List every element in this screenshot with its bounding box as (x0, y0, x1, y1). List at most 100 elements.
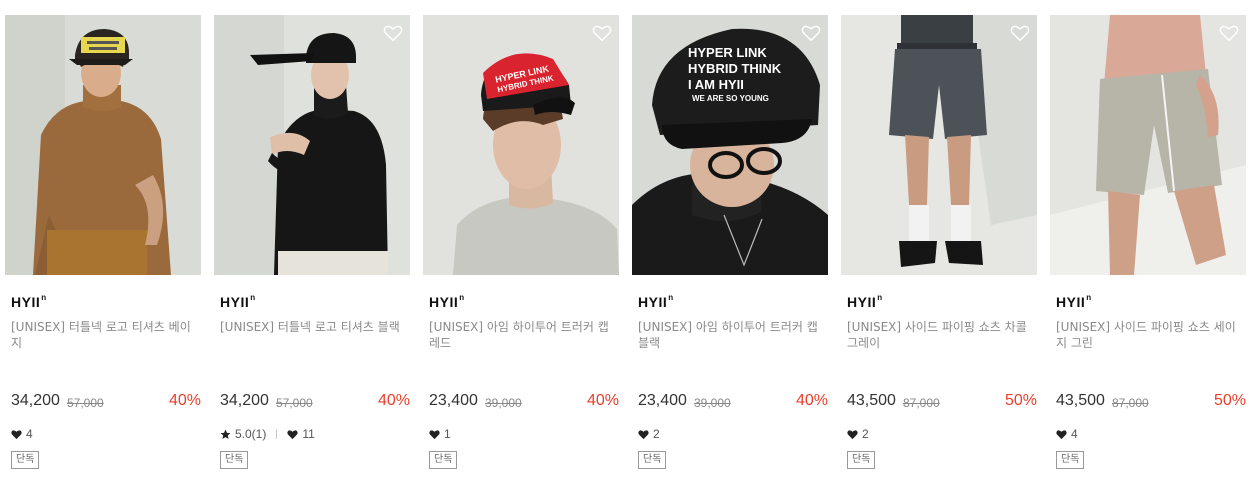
discount-rate: 50% (1004, 392, 1037, 409)
product-name[interactable]: [UNISEX] 터틀넥 로고 티셔츠 블랙 (220, 319, 406, 335)
heart-filled-icon (287, 429, 298, 440)
original-price: 87,000 (1112, 396, 1149, 410)
brand-text: HYII (847, 294, 877, 310)
wishlist-heart-icon[interactable] (591, 22, 613, 44)
brand-text: HYII (1056, 294, 1086, 310)
exclusive-badge: 단독 (429, 451, 458, 469)
rating-value: 5.0(1) (235, 427, 267, 441)
like-count: 1 (444, 427, 451, 441)
brand-superscript: n (1086, 293, 1092, 303)
wishlist-heart-icon[interactable] (800, 22, 822, 44)
discount-rate: 40% (377, 392, 410, 409)
original-price: 39,000 (694, 396, 731, 410)
photo-model-beige-turtleneck (5, 15, 201, 275)
price-row: 34,200 57,000 40% (11, 392, 201, 412)
brand-text: HYII (638, 294, 668, 310)
product-card[interactable]: HYIIn [UNISEX] 터틀넥 로고 티셔츠 베이지 34,200 57,… (5, 0, 203, 500)
star-icon (220, 429, 231, 440)
like-count: 11 (302, 427, 315, 441)
discount-rate: 40% (168, 392, 201, 409)
photo-model-black-trucker-cap: HYPER LINK HYBRID THINK I AM HYII WE ARE… (632, 15, 828, 275)
wishlist-heart-icon[interactable] (1009, 22, 1031, 44)
product-name[interactable]: [UNISEX] 사이드 파이핑 쇼츠 세이지 그린 (1056, 319, 1242, 351)
product-name[interactable]: [UNISEX] 터틀넥 로고 티셔츠 베이지 (11, 319, 197, 351)
photo-model-sage-shorts (1050, 15, 1246, 275)
original-price: 57,000 (276, 396, 313, 410)
heart-filled-icon (429, 429, 440, 440)
cap-print-line-3: I AM HYII (688, 77, 744, 92)
sale-price: 34,200 (11, 392, 60, 409)
brand-name[interactable]: HYIIn (847, 293, 883, 310)
brand-text: HYII (11, 294, 41, 310)
heart-filled-icon (638, 429, 649, 440)
discount-rate: 40% (795, 392, 828, 409)
product-card[interactable]: HYPER LINK HYBRID THINK I AM HYII WE ARE… (632, 0, 830, 500)
product-image[interactable]: HYPER LINK HYBRID THINK I AM HYII WE ARE… (632, 15, 828, 275)
sale-price: 34,200 (220, 392, 269, 409)
sale-price: 23,400 (638, 392, 687, 409)
wishlist-heart-icon[interactable] (1218, 22, 1240, 44)
discount-rate: 40% (586, 392, 619, 409)
brand-text: HYII (220, 294, 250, 310)
brand-superscript: n (250, 293, 256, 303)
price-row: 23,400 39,000 40% (638, 392, 828, 412)
cap-print-line-2: HYBRID THINK (688, 61, 782, 76)
exclusive-badge: 단독 (1056, 451, 1085, 469)
product-meta: 4 (11, 427, 33, 441)
brand-name[interactable]: HYIIn (429, 293, 465, 310)
product-image[interactable] (214, 15, 410, 275)
product-card[interactable]: HYIIn [UNISEX] 터틀넥 로고 티셔츠 블랙 34,200 57,0… (214, 0, 412, 500)
product-name[interactable]: [UNISEX] 사이드 파이핑 쇼츠 차콜 그레이 (847, 319, 1033, 351)
heart-filled-icon (1056, 429, 1067, 440)
like-count: 4 (26, 427, 33, 441)
product-image[interactable] (841, 15, 1037, 275)
exclusive-badge: 단독 (11, 451, 40, 469)
brand-superscript: n (41, 293, 47, 303)
brand-superscript: n (877, 293, 883, 303)
product-name[interactable]: [UNISEX] 아임 하이투어 트러커 캡 레드 (429, 319, 615, 351)
product-meta: 1 (429, 427, 451, 441)
photo-model-black-turtleneck (214, 15, 410, 275)
cap-print-line-1: HYPER LINK (688, 45, 767, 60)
brand-superscript: n (668, 293, 674, 303)
product-meta: 5.0(1) 11 (220, 427, 315, 441)
photo-model-charcoal-shorts (841, 15, 1037, 275)
brand-name[interactable]: HYIIn (638, 293, 674, 310)
product-image[interactable] (5, 15, 201, 275)
original-price: 57,000 (67, 396, 104, 410)
product-meta: 4 (1056, 427, 1078, 441)
heart-filled-icon (11, 429, 22, 440)
product-card[interactable]: HYIIn [UNISEX] 사이드 파이핑 쇼츠 차콜 그레이 43,500 … (841, 0, 1039, 500)
price-row: 34,200 57,000 40% (220, 392, 410, 412)
brand-name[interactable]: HYIIn (220, 293, 256, 310)
exclusive-badge: 단독 (847, 451, 876, 469)
exclusive-badge: 단독 (638, 451, 667, 469)
discount-rate: 50% (1213, 392, 1246, 409)
price-row: 23,400 39,000 40% (429, 392, 619, 412)
cap-print-line-4: WE ARE SO YOUNG (692, 94, 769, 103)
heart-filled-icon (847, 429, 858, 440)
meta-divider (276, 429, 278, 439)
sale-price: 43,500 (1056, 392, 1105, 409)
brand-text: HYII (429, 294, 459, 310)
product-meta: 2 (638, 427, 660, 441)
original-price: 39,000 (485, 396, 522, 410)
brand-name[interactable]: HYIIn (11, 293, 47, 310)
sale-price: 23,400 (429, 392, 478, 409)
product-meta: 2 (847, 427, 869, 441)
product-image[interactable] (1050, 15, 1246, 275)
product-name[interactable]: [UNISEX] 아임 하이투어 트러커 캡 블랙 (638, 319, 824, 351)
product-image[interactable]: HYPER LINK HYBRID THINK (423, 15, 619, 275)
brand-name[interactable]: HYIIn (1056, 293, 1092, 310)
like-count: 2 (862, 427, 869, 441)
price-row: 43,500 87,000 50% (847, 392, 1037, 412)
wishlist-heart-icon[interactable] (382, 22, 404, 44)
exclusive-badge: 단독 (220, 451, 249, 469)
like-count: 4 (1071, 427, 1078, 441)
like-count: 2 (653, 427, 660, 441)
price-row: 43,500 87,000 50% (1056, 392, 1246, 412)
photo-model-red-trucker-cap: HYPER LINK HYBRID THINK (423, 15, 619, 275)
product-card[interactable]: HYIIn [UNISEX] 사이드 파이핑 쇼츠 세이지 그린 43,500 … (1050, 0, 1248, 500)
sale-price: 43,500 (847, 392, 896, 409)
product-card[interactable]: HYPER LINK HYBRID THINK HYIIn [UNISEX] 아… (423, 0, 621, 500)
